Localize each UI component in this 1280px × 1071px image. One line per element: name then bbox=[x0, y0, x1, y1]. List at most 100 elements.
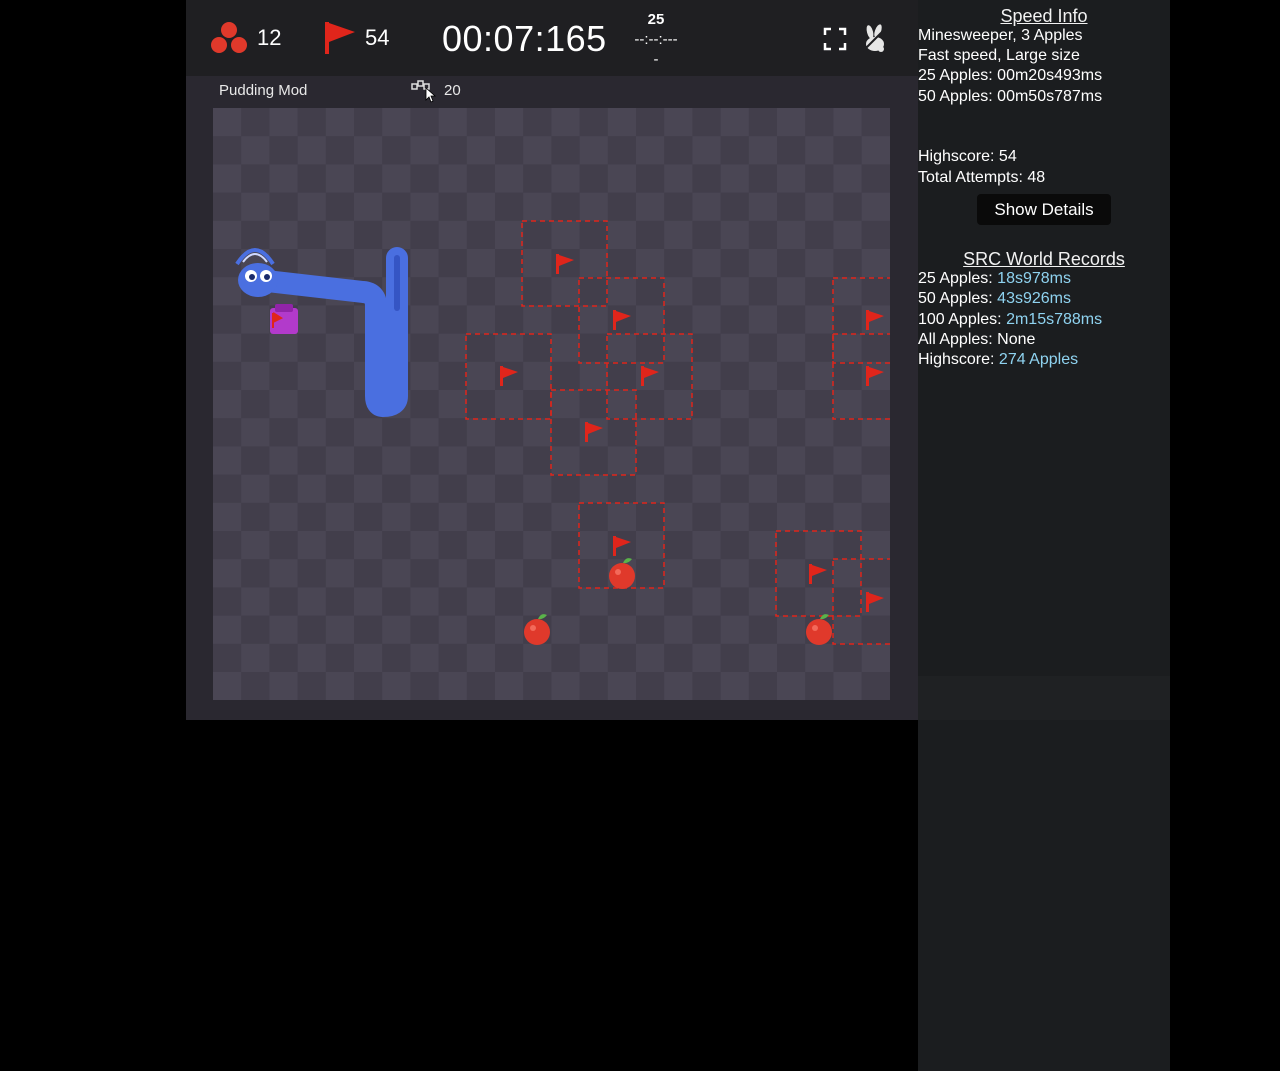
record-100-link[interactable]: 2m15s788ms bbox=[1006, 311, 1102, 328]
board-tile bbox=[438, 418, 468, 447]
board-tile bbox=[579, 502, 609, 532]
speed-setting-button[interactable] bbox=[860, 24, 890, 54]
board-tile bbox=[636, 446, 665, 475]
board-tile bbox=[297, 559, 327, 588]
board-tile bbox=[607, 361, 637, 391]
board-tile bbox=[410, 418, 439, 447]
board-tile bbox=[833, 361, 862, 391]
fullscreen-button[interactable] bbox=[822, 26, 848, 52]
board-tile bbox=[523, 559, 552, 588]
board-tile bbox=[664, 446, 693, 475]
board-tile bbox=[410, 446, 439, 475]
board-tile bbox=[551, 361, 580, 391]
board-tile bbox=[241, 587, 270, 616]
board-tile bbox=[523, 249, 552, 278]
board-tile bbox=[664, 531, 693, 560]
board-tile bbox=[382, 446, 411, 475]
board-tile bbox=[297, 615, 327, 645]
board-tile bbox=[466, 446, 496, 475]
board-tile bbox=[523, 587, 552, 616]
board-tile bbox=[325, 418, 355, 447]
board-tile bbox=[805, 305, 834, 334]
board-tile bbox=[523, 277, 552, 306]
board-tile bbox=[579, 446, 609, 475]
board-tile bbox=[495, 361, 524, 391]
board-tile bbox=[495, 333, 524, 363]
world-records-title[interactable]: SRC World Records bbox=[918, 249, 1170, 270]
board-tile bbox=[664, 502, 693, 532]
board-tile bbox=[777, 305, 806, 334]
board-tile bbox=[720, 559, 750, 588]
board-tile bbox=[777, 390, 806, 419]
board-tile bbox=[438, 164, 468, 193]
board-tile bbox=[354, 136, 383, 165]
board-tile bbox=[213, 390, 242, 419]
board-tile bbox=[861, 136, 890, 165]
board-tile bbox=[269, 390, 298, 419]
board-tile bbox=[354, 672, 383, 700]
board-tile bbox=[495, 587, 524, 616]
board-tile bbox=[213, 333, 242, 363]
board-tile bbox=[213, 305, 242, 334]
board-tile bbox=[297, 531, 327, 560]
board-tile bbox=[213, 474, 242, 504]
board-tile bbox=[720, 277, 750, 306]
board-tile bbox=[269, 136, 298, 165]
board-tile bbox=[607, 333, 637, 363]
board-tile bbox=[607, 587, 637, 616]
board-tile bbox=[805, 587, 834, 616]
board-tile bbox=[382, 531, 411, 560]
board-tile bbox=[579, 220, 609, 250]
board-tile bbox=[833, 531, 862, 560]
board-tile bbox=[551, 277, 580, 306]
board-tile bbox=[720, 672, 750, 700]
apple-cluster-icon bbox=[211, 22, 247, 53]
board-tile bbox=[777, 361, 806, 391]
record-50-link[interactable]: 43s926ms bbox=[997, 290, 1071, 307]
board-tile bbox=[410, 502, 439, 532]
board-tile bbox=[777, 446, 806, 475]
board-tile bbox=[692, 446, 721, 475]
board-tile bbox=[720, 108, 750, 137]
board-tile bbox=[410, 390, 439, 419]
board-tile bbox=[805, 108, 834, 137]
board-tile bbox=[607, 474, 637, 504]
board-tile bbox=[523, 220, 552, 250]
board-tile bbox=[861, 531, 890, 560]
board-tile bbox=[748, 587, 778, 616]
board-tile bbox=[269, 333, 298, 363]
board-tile bbox=[438, 672, 468, 700]
board-tile bbox=[777, 192, 806, 222]
board-tile bbox=[748, 192, 778, 222]
board-tile bbox=[777, 164, 806, 193]
board-tile bbox=[523, 418, 552, 447]
board-tile bbox=[720, 531, 750, 560]
board-tile bbox=[579, 305, 609, 334]
board-tile bbox=[636, 502, 665, 532]
record-highscore-link[interactable]: 274 Apples bbox=[999, 351, 1078, 368]
board-tile bbox=[551, 587, 580, 616]
board-tile bbox=[466, 108, 496, 137]
board-tile bbox=[269, 108, 298, 137]
board-tile bbox=[833, 220, 862, 250]
game-board[interactable] bbox=[213, 108, 890, 700]
apple-counter: 12 bbox=[209, 20, 281, 56]
board-tile bbox=[269, 672, 298, 700]
board-tile bbox=[213, 587, 242, 616]
board-tile bbox=[297, 164, 327, 193]
board-tile bbox=[636, 474, 665, 504]
board-tile bbox=[213, 136, 242, 165]
board-tile bbox=[777, 249, 806, 278]
board-tile bbox=[720, 643, 750, 673]
board-tile bbox=[748, 361, 778, 391]
board-tile bbox=[269, 220, 298, 250]
board-tile bbox=[297, 418, 327, 447]
mod-selector[interactable] bbox=[410, 78, 440, 104]
board-tile bbox=[861, 108, 890, 137]
board-tile bbox=[241, 220, 270, 250]
board-tile bbox=[833, 108, 862, 137]
board-tile bbox=[269, 615, 298, 645]
record-25-link[interactable]: 18s978ms bbox=[997, 270, 1071, 287]
show-details-button[interactable]: Show Details bbox=[977, 194, 1111, 225]
board-tile bbox=[523, 474, 552, 504]
